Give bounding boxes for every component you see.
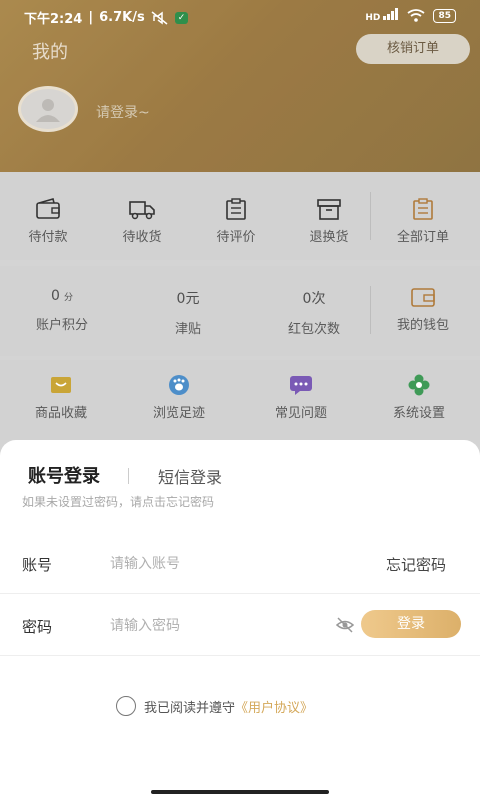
tab-sms-login[interactable]: 短信登录: [158, 464, 222, 488]
page-title: 我的: [32, 42, 68, 63]
account-row: 账号 忘记密码: [0, 536, 480, 594]
password-row: 密码 登录: [0, 598, 480, 656]
login-button[interactable]: 登录: [361, 610, 461, 638]
tab-account-login[interactable]: 账号登录: [28, 462, 100, 488]
user-agreement-link[interactable]: 《用户协议》: [235, 697, 313, 716]
password-input[interactable]: [110, 612, 330, 640]
password-tip: 如果未设置过密码，请点击忘记密码: [22, 495, 215, 509]
agreement-row[interactable]: 我已阅读并遵守 《用户协议》: [116, 696, 313, 716]
login-sheet: 账号登录 短信登录 如果未设置过密码，请点击忘记密码 账号 忘记密码 密码 登录…: [0, 440, 480, 800]
user-icon: [36, 99, 60, 122]
password-label: 密码: [22, 618, 53, 636]
agreement-text: 我已阅读并遵守: [144, 700, 236, 716]
avatar[interactable]: [18, 86, 78, 132]
agreement-checkbox[interactable]: [116, 696, 136, 716]
login-prompt[interactable]: 请登录~: [96, 102, 150, 122]
account-input[interactable]: [110, 550, 330, 578]
account-label: 账号: [22, 556, 53, 574]
verify-order-button[interactable]: 核销订单: [356, 34, 470, 64]
hide-password-icon[interactable]: [336, 616, 354, 634]
forgot-password-link[interactable]: 忘记密码: [386, 554, 446, 575]
home-indicator[interactable]: [151, 790, 329, 794]
tab-divider: [128, 468, 129, 484]
